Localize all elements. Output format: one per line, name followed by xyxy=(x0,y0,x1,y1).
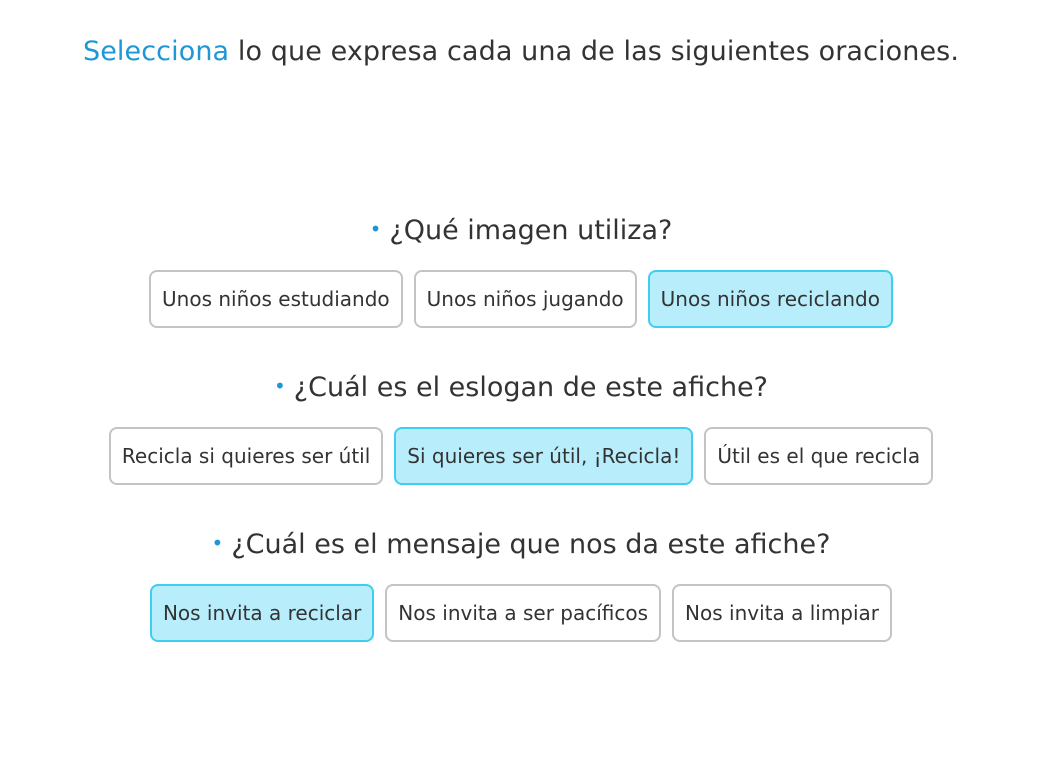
option-2-1[interactable]: Recicla si quieres ser útil xyxy=(108,427,384,485)
question-block-1: • ¿Qué imagen utiliza? Unos niños estudia… xyxy=(0,209,1042,328)
question-block-3: • ¿Cuál es el mensaje que nos da este afi… xyxy=(0,523,1042,642)
bullet-icon: • xyxy=(369,217,382,241)
instruction-highlight: Selecciona xyxy=(82,36,230,67)
option-3-1[interactable]: Nos invita a reciclar xyxy=(149,584,375,642)
option-1-1[interactable]: Unos niños estudiando xyxy=(149,270,403,328)
question-1-text: ¿Qué imagen utiliza? xyxy=(389,215,673,246)
option-2-2[interactable]: Si quieres ser útil, ¡Recicla! xyxy=(394,427,694,485)
option-3-3[interactable]: Nos invita a limpiar xyxy=(672,584,893,642)
question-3-text: ¿Cuál es el mensaje que nos da este afic… xyxy=(231,529,831,560)
options-3: Nos invita a reciclar Nos invita a ser p… xyxy=(0,584,1042,642)
question-2: • ¿Cuál es el eslogan de este afiche? xyxy=(0,366,1042,406)
option-2-3[interactable]: Útil es el que recicla xyxy=(704,427,934,485)
question-block-2: • ¿Cuál es el eslogan de este afiche? Rec… xyxy=(0,366,1042,485)
question-1: • ¿Qué imagen utiliza? xyxy=(0,209,1042,249)
question-3: • ¿Cuál es el mensaje que nos da este afi… xyxy=(0,523,1042,563)
question-2-text: ¿Cuál es el eslogan de este afiche? xyxy=(293,372,768,403)
instruction-text: Selecciona lo que expresa cada una de la… xyxy=(0,36,1042,67)
option-1-2[interactable]: Unos niños jugando xyxy=(413,270,637,328)
instruction-rest: lo que expresa cada una de las siguiente… xyxy=(229,36,960,67)
options-2: Recicla si quieres ser útil Si quieres s… xyxy=(0,427,1042,485)
bullet-icon: • xyxy=(274,374,286,398)
option-1-3[interactable]: Unos niños reciclando xyxy=(647,270,893,328)
options-1: Unos niños estudiando Unos niños jugando… xyxy=(0,270,1042,328)
option-3-2[interactable]: Nos invita a ser pacíficos xyxy=(385,584,662,642)
bullet-icon: • xyxy=(211,531,224,555)
